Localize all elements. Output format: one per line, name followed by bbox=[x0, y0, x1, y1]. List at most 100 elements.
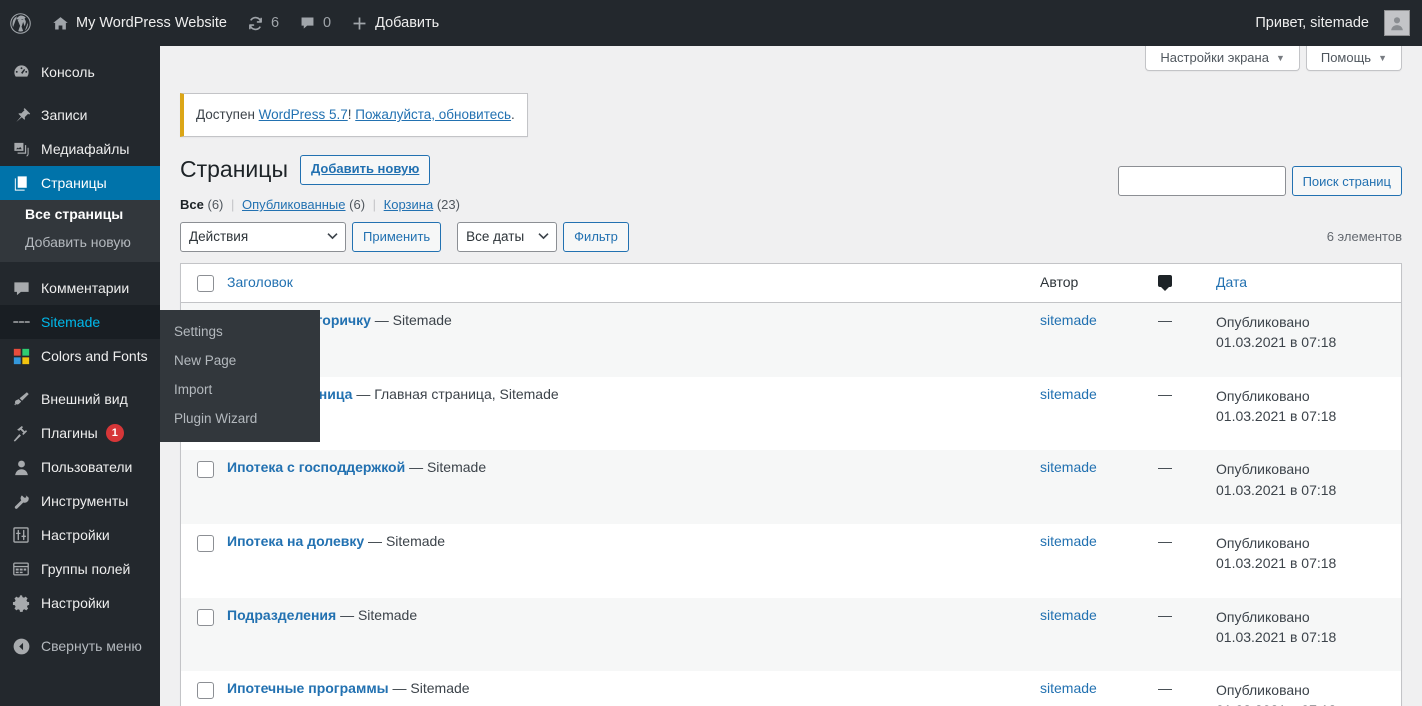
select-all-checkbox[interactable] bbox=[197, 275, 214, 293]
sidebar-item-label: Группы полей bbox=[41, 561, 131, 577]
sidebar-item-label: Sitemade bbox=[41, 314, 101, 330]
row-title-cell: Главная страница — Главная страница, Sit… bbox=[227, 377, 1040, 451]
sidebar-item-media[interactable]: Медиафайлы bbox=[0, 132, 160, 166]
bulk-action-select-wrap: Действия bbox=[180, 221, 346, 252]
site-name-menu-item[interactable]: My WordPress Website bbox=[42, 0, 237, 46]
page-title-link[interactable]: Ипотечные программы bbox=[227, 680, 389, 696]
date-value: 01.03.2021 в 07:18 bbox=[1216, 408, 1337, 425]
row-date-cell: Опубликовано 01.03.2021 в 07:18 bbox=[1216, 377, 1401, 451]
media-icon bbox=[11, 139, 31, 159]
page-title: Страницы bbox=[180, 156, 288, 183]
sidebar-item-label: Настройки bbox=[41, 527, 110, 543]
search-pages-button[interactable]: Поиск страниц bbox=[1291, 166, 1402, 197]
flyout-item-plugin-wizard[interactable]: Plugin Wizard bbox=[160, 404, 320, 433]
chevron-down-icon: ▼ bbox=[1275, 52, 1285, 63]
sidebar-item-tools[interactable]: Инструменты bbox=[0, 484, 160, 518]
admin-bar-left: My WordPress Website 6 0 Добавить bbox=[0, 0, 449, 46]
sidebar-item-label: Комментарии bbox=[41, 280, 130, 296]
sidebar-item-posts[interactable]: Записи bbox=[0, 98, 160, 132]
help-button[interactable]: Помощь ▼ bbox=[1305, 46, 1402, 71]
sidebar-item-label: Настройки bbox=[41, 595, 110, 611]
sidebar-item-settings-gear[interactable]: Настройки bbox=[0, 586, 160, 620]
pin-icon bbox=[11, 105, 31, 125]
sidebar-item-comments[interactable]: Комментарии bbox=[0, 271, 160, 305]
table-row: Ипотека на вторичку — Sitemade sitemade … bbox=[181, 303, 1401, 377]
comments-menu-item[interactable]: 0 bbox=[289, 0, 341, 46]
table-row: Ипотека на долевку — Sitemade sitemade —… bbox=[181, 524, 1401, 598]
row-checkbox[interactable] bbox=[197, 461, 214, 479]
view-trash-label[interactable]: Корзина bbox=[384, 197, 434, 212]
flyout-item-settings[interactable]: Settings bbox=[160, 317, 320, 346]
flyout-item-new-page[interactable]: New Page bbox=[160, 346, 320, 375]
sidebar-item-dashboard[interactable]: Консоль bbox=[0, 55, 160, 89]
row-select-cell bbox=[181, 524, 227, 598]
column-header-title[interactable]: Заголовок bbox=[227, 264, 1040, 304]
admin-bar: My WordPress Website 6 0 Добавить Привет… bbox=[0, 0, 1422, 46]
sidebar-item-users[interactable]: Пользователи bbox=[0, 450, 160, 484]
sidebar-item-label: Внешний вид bbox=[41, 391, 128, 407]
sidebar-item-colors-and-fonts[interactable]: Colors and Fonts bbox=[0, 339, 160, 373]
row-title-cell: Ипотека с господдержкой — Sitemade bbox=[227, 450, 1040, 524]
row-checkbox[interactable] bbox=[197, 608, 214, 626]
wordpress-version-link[interactable]: WordPress 5.7 bbox=[259, 107, 348, 122]
screen-meta-links: Настройки экрана ▼ Помощь ▼ bbox=[160, 46, 1422, 78]
view-published-label[interactable]: Опубликованные bbox=[242, 197, 346, 212]
submenu-item-all-pages[interactable]: Все страницы bbox=[0, 200, 160, 228]
date-filter-select[interactable]: Все даты bbox=[457, 221, 558, 252]
row-title-cell: Ипотека на вторичку — Sitemade bbox=[227, 303, 1040, 377]
flyout-item-import[interactable]: Import bbox=[160, 375, 320, 404]
sidebar-item-label: Плагины bbox=[41, 425, 98, 441]
author-link[interactable]: sitemade bbox=[1040, 607, 1097, 623]
sidebar-item-plugins[interactable]: Плагины 1 bbox=[0, 416, 160, 450]
row-date-cell: Опубликовано 01.03.2021 в 07:18 bbox=[1216, 597, 1401, 672]
author-link[interactable]: sitemade bbox=[1040, 386, 1097, 402]
date-filter-group: Все даты Фильтр bbox=[457, 221, 629, 252]
table-head: Заголовок Автор Дата bbox=[181, 264, 1401, 304]
bulk-action-select[interactable]: Действия bbox=[180, 221, 346, 252]
sidebar-item-sitemade[interactable]: Sitemade bbox=[0, 305, 168, 339]
page-title-link[interactable]: Ипотека с господдержкой bbox=[227, 459, 405, 475]
author-link[interactable]: sitemade bbox=[1040, 459, 1097, 475]
author-link[interactable]: sitemade bbox=[1040, 312, 1097, 328]
column-header-date[interactable]: Дата bbox=[1216, 264, 1401, 304]
sidebar-item-pages[interactable]: Страницы bbox=[0, 166, 168, 200]
date-filter-select-wrap: Все даты bbox=[457, 221, 558, 252]
screen-options-button[interactable]: Настройки экрана ▼ bbox=[1145, 46, 1300, 71]
collapse-menu-button[interactable]: Свернуть меню bbox=[0, 629, 160, 663]
table-row: Главная страница — Главная страница, Sit… bbox=[181, 377, 1401, 451]
my-account-menu-item[interactable]: Привет, sitemade bbox=[1245, 0, 1412, 46]
apply-bulk-action-button[interactable]: Применить bbox=[352, 221, 442, 252]
updates-menu-item[interactable]: 6 bbox=[237, 0, 289, 46]
row-checkbox[interactable] bbox=[197, 682, 214, 700]
sidebar-item-settings[interactable]: Настройки bbox=[0, 518, 160, 552]
row-author-cell: sitemade bbox=[1040, 597, 1158, 672]
pages-submenu: Все страницы Добавить новую bbox=[0, 200, 160, 262]
please-update-link[interactable]: Пожалуйста, обновитесь bbox=[355, 107, 511, 122]
row-author-cell: sitemade bbox=[1040, 450, 1158, 524]
column-header-date-link[interactable]: Дата bbox=[1216, 274, 1247, 290]
colors-icon bbox=[11, 346, 31, 366]
view-all-label[interactable]: Все bbox=[180, 197, 204, 212]
submenu-item-add-new-page[interactable]: Добавить новую bbox=[0, 228, 160, 256]
new-content-menu-item[interactable]: Добавить bbox=[341, 0, 449, 46]
filter-button[interactable]: Фильтр bbox=[563, 221, 629, 252]
plugins-update-badge: 1 bbox=[105, 424, 124, 442]
column-header-title-link[interactable]: Заголовок bbox=[227, 274, 293, 290]
sidebar-item-field-groups[interactable]: Группы полей bbox=[0, 552, 160, 586]
search-input[interactable] bbox=[1117, 166, 1286, 197]
author-link[interactable]: sitemade bbox=[1040, 533, 1097, 549]
update-refresh-icon bbox=[247, 15, 264, 32]
menu-separator-2 bbox=[0, 262, 160, 271]
row-checkbox[interactable] bbox=[197, 534, 214, 552]
column-header-comments[interactable] bbox=[1158, 264, 1216, 304]
page-title-link[interactable]: Подразделения bbox=[227, 607, 336, 623]
row-author-cell: sitemade bbox=[1040, 303, 1158, 377]
page-title-link[interactable]: Ипотека на долевку bbox=[227, 533, 364, 549]
plus-icon bbox=[351, 15, 368, 32]
sidebar-item-appearance[interactable]: Внешний вид bbox=[0, 382, 160, 416]
row-comments-cell: — bbox=[1158, 597, 1216, 672]
date-status: Опубликовано bbox=[1216, 461, 1310, 478]
add-new-page-button[interactable]: Добавить новую bbox=[299, 155, 431, 186]
wp-logo-menu-item[interactable] bbox=[0, 0, 42, 46]
author-link[interactable]: sitemade bbox=[1040, 680, 1097, 696]
